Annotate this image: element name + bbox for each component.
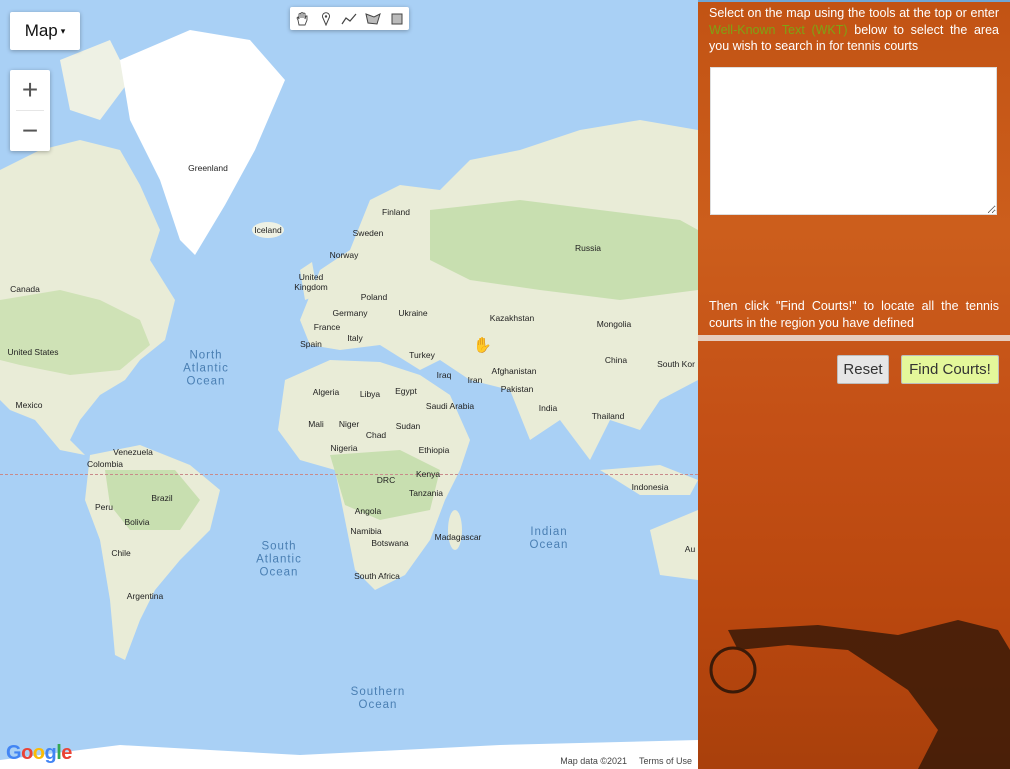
- polyline-icon[interactable]: [338, 7, 362, 30]
- map-label: Sudan: [395, 421, 421, 431]
- court-line-decoration: [698, 335, 1010, 341]
- world-map-land: [0, 30, 698, 769]
- google-logo: Google: [6, 742, 72, 764]
- map-label: Spain: [300, 339, 322, 349]
- ocean-label: Southern Ocean: [350, 686, 406, 711]
- map-label: United States: [7, 347, 59, 357]
- map-label: Pakistan: [500, 384, 534, 394]
- map-label: Bolivia: [124, 517, 150, 527]
- terms-of-use-link[interactable]: Terms of Use: [639, 756, 692, 766]
- map-label: Sweden: [352, 228, 384, 238]
- map-canvas[interactable]: Greenland Iceland Finland Sweden Norway …: [0, 0, 698, 769]
- map-footer: Map data ©2021 Terms of Use: [554, 753, 698, 769]
- map-type-label: Map: [24, 21, 58, 40]
- map-label: Iran: [467, 375, 483, 385]
- map-label: Iceland: [254, 225, 282, 235]
- map-type-dropdown[interactable]: Map ▾: [10, 12, 80, 50]
- instruction-select-a: Select on the map using the tools at the…: [709, 6, 999, 20]
- player-shadow-image: [709, 620, 1010, 769]
- map-label: Italy: [347, 333, 363, 343]
- map-label: Brazil: [151, 493, 173, 503]
- map-label: Argentina: [126, 591, 164, 601]
- map-label: Finland: [382, 207, 410, 217]
- map-label: Mali: [308, 419, 324, 429]
- map-label: Iraq: [436, 370, 452, 380]
- wkt-input[interactable]: [710, 67, 997, 215]
- map-label: Kazakhstan: [489, 313, 535, 323]
- map-label: China: [604, 355, 628, 365]
- map-label: Greenland: [188, 163, 228, 173]
- map-label: Indonesia: [631, 482, 669, 492]
- map-label: Canada: [10, 284, 40, 294]
- map-label: Kenya: [415, 469, 441, 479]
- map-label: DRC: [376, 475, 396, 485]
- rectangle-icon[interactable]: [385, 7, 409, 30]
- map-label: Egypt: [395, 386, 417, 396]
- map-label: France: [313, 322, 341, 332]
- map-label: Angola: [354, 506, 382, 516]
- ocean-label: South Atlantic Ocean: [256, 540, 302, 579]
- map-label: South Africa: [354, 571, 400, 581]
- map-label: Niger: [338, 419, 360, 429]
- map-data-attribution: Map data ©2021: [560, 756, 627, 766]
- instruction-find: Then click "Find Courts!" to locate all …: [709, 299, 999, 330]
- grab-cursor-icon: ✋: [473, 337, 492, 354]
- zoom-control: + −: [10, 70, 50, 151]
- equator-line: [0, 474, 698, 475]
- caret-down-icon: ▾: [60, 25, 66, 36]
- map-label: Au: [684, 544, 696, 554]
- instruction-select: Select on the map using the tools at the…: [709, 5, 999, 55]
- map-label: South Kor: [657, 359, 695, 369]
- map-label: Germany: [332, 308, 368, 318]
- map-label: Russia: [575, 243, 601, 253]
- map-label: Thailand: [591, 411, 625, 421]
- map-label: Venezuela: [113, 447, 153, 457]
- marker-icon[interactable]: [314, 7, 338, 30]
- map-label: Colombia: [87, 459, 123, 469]
- ocean-label: Indian Ocean: [529, 526, 569, 551]
- polygon-icon[interactable]: [361, 7, 385, 30]
- panel-top-border: [698, 0, 1010, 2]
- map-label: Ukraine: [398, 308, 428, 318]
- map-label: Chad: [365, 430, 387, 440]
- map-label: Afghanistan: [491, 366, 537, 376]
- map-label: Namibia: [350, 526, 382, 536]
- drawing-toolbar: [290, 7, 409, 30]
- ocean-label: North Atlantic Ocean: [183, 349, 229, 388]
- map-label: Algeria: [312, 387, 340, 397]
- map-label: Saudi Arabia: [425, 401, 475, 411]
- map-label: Botswana: [371, 538, 409, 548]
- map-label: Libya: [359, 389, 381, 399]
- map-label: Mongolia: [596, 319, 632, 329]
- map-label: Madagascar: [434, 532, 482, 542]
- map-label: Turkey: [409, 350, 435, 360]
- zoom-in-button[interactable]: +: [10, 70, 50, 110]
- zoom-out-button[interactable]: −: [10, 111, 50, 151]
- map-label: Nigeria: [330, 443, 358, 453]
- find-courts-button[interactable]: Find Courts!: [901, 355, 999, 384]
- map-label: India: [538, 403, 558, 413]
- map-label: Mexico: [15, 400, 43, 410]
- map-label: Peru: [95, 502, 113, 512]
- map-label: Norway: [329, 250, 359, 260]
- map-label: Chile: [111, 548, 131, 558]
- map-label: Ethiopia: [418, 445, 450, 455]
- reset-button[interactable]: Reset: [837, 355, 889, 384]
- map-label: United Kingdom: [294, 272, 328, 292]
- map-label: Tanzania: [408, 488, 444, 498]
- map-label: Poland: [360, 292, 388, 302]
- hand-icon[interactable]: [290, 7, 314, 30]
- control-panel: Select on the map using the tools at the…: [698, 0, 1010, 769]
- wkt-link[interactable]: Well-Known Text (WKT): [709, 23, 848, 37]
